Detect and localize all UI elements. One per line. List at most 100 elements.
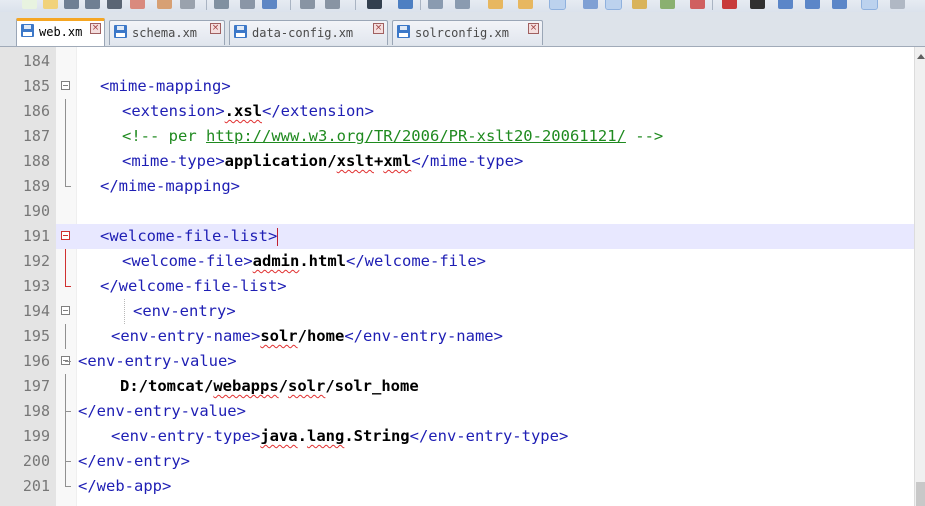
play-macro-icon[interactable] [722,0,737,9]
xml-tag: </welcome-file-list> [100,277,287,295]
copy-icon[interactable] [240,0,255,9]
code-line[interactable]: 190 [0,199,914,224]
save-icon[interactable] [64,0,79,9]
tab-web-xml[interactable]: web.xm × [16,18,105,46]
spellcheck-icon[interactable] [861,0,878,10]
user-lang-icon[interactable] [605,0,622,10]
paste-icon[interactable] [262,0,277,9]
close-icon[interactable]: × [373,23,384,34]
toolbar-separator [420,0,421,10]
xml-tag: <welcome-file> [122,252,253,270]
text-caret [277,227,279,246]
line-number: 191 [0,224,56,249]
stop-record-icon[interactable] [690,0,705,9]
find-icon[interactable] [367,0,382,9]
line-number: 187 [22,127,50,145]
fold-collapse-icon[interactable] [56,74,76,99]
close-icon[interactable]: × [528,23,539,34]
code-line[interactable]: 186 <extension>.xsl</extension> [0,99,914,124]
fold-end [56,174,76,199]
close-icon[interactable]: × [90,23,101,34]
cut-icon[interactable] [214,0,229,9]
xml-text: java.lang.String [260,427,410,445]
xml-tag: </mime-type> [411,152,524,170]
save-macro-icon[interactable] [778,0,793,9]
line-number: 186 [22,102,50,120]
code-line[interactable]: 195 <env-entry-name>solr/home</env-entry… [0,324,914,349]
tab-data-config-xml[interactable]: data-config.xm × [229,20,388,45]
fold-collapse-icon[interactable] [56,299,76,324]
xml-tag: </mime-mapping> [100,177,240,195]
close-icon[interactable] [107,0,122,9]
undo-icon[interactable] [300,0,315,9]
code-line[interactable]: 189 </mime-mapping> [0,174,914,199]
code-line[interactable]: 201 </web-app> [0,474,914,499]
fold-collapse-icon[interactable] [56,224,76,249]
save-macro-icon[interactable] [805,0,820,9]
vertical-scrollbar[interactable] [914,47,925,506]
code-line[interactable]: 197 D:/tomcat/webapps/solr/solr_home [0,374,914,399]
doc-map-icon[interactable] [632,0,647,9]
replace-icon[interactable] [398,0,413,9]
redo-icon[interactable] [325,0,340,9]
close-all-icon[interactable] [130,0,145,9]
scrollbar-thumb[interactable] [916,482,925,506]
saved-file-icon [234,25,247,38]
run-macro-icon[interactable] [750,0,765,9]
fold-line [56,124,76,149]
code-line[interactable]: 192 <welcome-file>admin.html</welcome-fi… [0,249,914,274]
code-line[interactable]: 188 <mime-type>application/xslt+xml</mim… [0,149,914,174]
xml-tag: </welcome-file> [346,252,486,270]
indent-guide-icon[interactable] [583,0,598,9]
current-line[interactable]: 191 <welcome-file-list> [0,224,914,249]
code-line[interactable]: 194 <env-entry> [0,299,914,324]
code-line[interactable]: 185 <mime-mapping> [0,74,914,99]
spellcheck-icon[interactable] [890,0,905,9]
word-wrap-icon[interactable] [518,0,533,9]
scroll-up-arrow-icon[interactable] [917,54,925,59]
code-line[interactable]: 187 <!-- per http://www.w3.org/TR/2006/P… [0,124,914,149]
tab-solrconfig-xml[interactable]: solrconfig.xm × [392,20,543,45]
code-editor[interactable]: 184 185 <mime-mapping> 186 <extension>.x… [0,47,914,506]
xml-tag: <env-entry-name> [111,327,261,345]
xml-tag: </env-entry-value> [78,402,246,420]
record-macro-icon[interactable] [660,0,675,9]
line-number: 195 [22,327,50,345]
code-line[interactable]: 184 [0,49,914,74]
xml-tag: <env-entry-value> [78,352,237,370]
open-file-icon[interactable] [43,0,58,9]
tab-schema-xml[interactable]: schema.xm × [109,20,225,45]
xml-tag: <env-entry-type> [111,427,261,445]
xml-text: solr/home [260,327,345,345]
tab-label: solrconfig.xm [415,26,509,40]
xml-tag: </extension> [261,102,374,120]
show-all-chars-icon[interactable] [549,0,566,10]
zoom-in-icon[interactable] [428,0,443,9]
code-line[interactable]: 199 <env-entry-type>java.lang.String</en… [0,424,914,449]
xml-tag: </env-entry> [78,452,190,470]
fold-line [56,249,76,274]
tab-label: web.xm [39,25,83,39]
toolbar-separator [355,0,356,10]
zoom-out-icon[interactable] [455,0,470,9]
code-line[interactable]: 200 </env-entry> [0,449,914,474]
print-icon[interactable] [180,0,195,9]
toolbar-separator [206,0,207,10]
fold-collapse-icon[interactable] [56,349,76,374]
save-all-icon[interactable] [85,0,100,9]
line-number: 190 [22,202,50,220]
saved-file-icon [21,24,34,37]
code-line[interactable]: 198 </env-entry-value> [0,399,914,424]
xml-text: admin [252,252,300,270]
line-number: 198 [22,402,50,420]
print-icon[interactable] [157,0,172,9]
code-line[interactable]: 193 </welcome-file-list> [0,274,914,299]
new-file-icon[interactable] [22,0,37,9]
comment-link[interactable]: http://www.w3.org/TR/2006/PR-xslt20-2006… [206,127,626,145]
code-line[interactable]: 196 <env-entry-value> [0,349,914,374]
save-macro-icon[interactable] [832,0,847,9]
saved-file-icon [397,25,410,38]
sync-scroll-icon[interactable] [488,0,503,9]
xml-tag: </env-entry-name> [344,327,503,345]
close-icon[interactable]: × [210,23,221,34]
